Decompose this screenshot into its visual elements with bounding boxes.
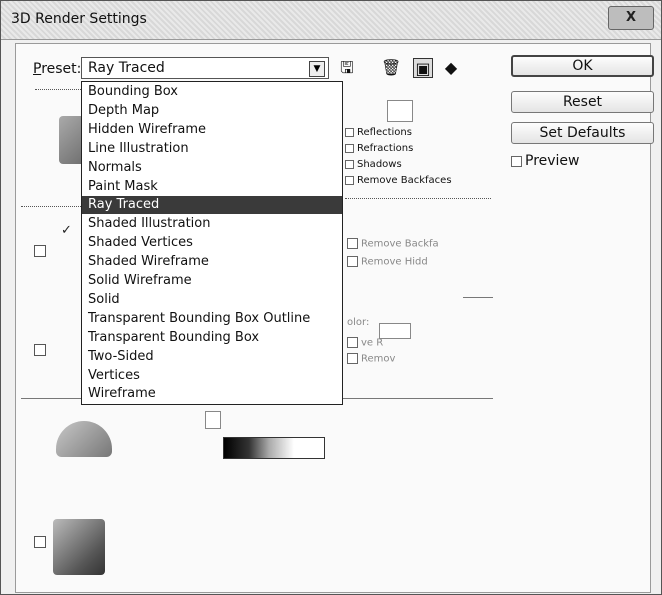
preset-dropdown-list: Bounding Box Depth Map Hidden Wireframe Lin… — [81, 81, 343, 405]
title-bar[interactable]: 3D Render Settings X — [1, 1, 661, 40]
preset-option[interactable]: Line Illustration — [82, 140, 342, 158]
shadows-label: Shadows — [357, 159, 402, 170]
vertex-remove-option[interactable]: Remov — [347, 353, 395, 365]
section-divider — [345, 198, 491, 199]
preview-label: Preview — [525, 153, 580, 169]
window-title: 3D Render Settings — [11, 11, 147, 27]
set-defaults-button[interactable]: Set Defaults — [511, 122, 654, 144]
edge-remove-backface-option[interactable]: Remove Backfa — [347, 238, 439, 250]
preset-option[interactable]: Solid Wireframe — [82, 272, 342, 290]
preset-option[interactable]: Transparent Bounding Box — [82, 329, 342, 347]
vertex-color-swatch[interactable] — [379, 323, 411, 339]
vertex-option[interactable]: ve R — [347, 337, 383, 349]
reset-button[interactable]: Reset — [511, 91, 654, 113]
preset-option[interactable]: Hidden Wireframe — [82, 121, 342, 139]
reflections-label: Reflections — [357, 127, 412, 138]
remove-backfaces-option[interactable]: Remove Backfaces — [345, 175, 452, 186]
vertex-remove-label: Remov — [361, 353, 396, 365]
checkbox-checked-icon[interactable] — [345, 127, 354, 137]
section-divider — [21, 206, 81, 207]
preset-option[interactable]: Solid — [82, 291, 342, 309]
refractions-option[interactable]: Refractions — [345, 143, 413, 154]
preset-option[interactable]: Depth Map — [82, 102, 342, 120]
refractions-label: Refractions — [357, 143, 414, 154]
section-divider — [21, 398, 81, 399]
preset-select[interactable]: Ray Traced ▼ — [81, 57, 329, 79]
checkbox-checked-icon[interactable] — [345, 143, 354, 153]
checkbox-checked-icon[interactable] — [345, 159, 354, 169]
preset-value: Ray Traced — [88, 60, 165, 76]
preset-option[interactable]: Shaded Vertices — [82, 234, 342, 252]
vertex-option-label: ve R — [361, 337, 384, 349]
vertex-color-label: olor: — [347, 317, 370, 328]
checkbox-icon[interactable] — [345, 175, 354, 185]
transfer-gradient[interactable] — [223, 437, 325, 459]
face-color-swatch[interactable] — [387, 100, 413, 122]
preset-label: Preset: — [33, 61, 81, 77]
render-settings-dialog: 3D Render Settings X Preset: Ray Traced … — [0, 0, 662, 595]
preset-option[interactable]: Shaded Wireframe — [82, 253, 342, 271]
delete-icon[interactable]: 🗑 — [381, 58, 401, 78]
edges-checkbox[interactable] — [34, 245, 46, 257]
close-button[interactable]: X — [608, 6, 654, 30]
edge-remove-hidden-option[interactable]: Remove Hidd — [347, 256, 428, 268]
preview-checkbox-box[interactable] — [511, 155, 522, 167]
checkbox-icon[interactable] — [347, 256, 358, 267]
checkbox-icon[interactable] — [347, 353, 358, 364]
checkbox-icon[interactable] — [347, 238, 358, 249]
shadows-option[interactable]: Shadows — [345, 159, 402, 170]
volume-value-box[interactable] — [205, 411, 221, 429]
cube-sides-icon[interactable]: ◆ — [441, 58, 461, 78]
check-mark-icon: ✓ — [61, 223, 72, 238]
save-icon[interactable]: 🖫 — [337, 58, 357, 78]
preview-checkbox[interactable]: Preview — [511, 153, 580, 169]
section-divider — [343, 398, 493, 399]
section-divider — [463, 297, 493, 298]
volume-checkbox[interactable] — [34, 536, 46, 548]
preset-option[interactable]: Shaded Illustration — [82, 215, 342, 233]
remove-backfaces-label: Remove Backfaces — [357, 175, 452, 186]
preset-option[interactable]: Paint Mask — [82, 178, 342, 196]
section-divider — [35, 89, 81, 90]
preset-option[interactable]: Vertices — [82, 367, 342, 385]
volume-cube-icon — [53, 519, 105, 575]
preset-label-mnemonic: P — [33, 61, 42, 77]
preset-option[interactable]: Ray Traced — [82, 196, 342, 215]
reflections-option[interactable]: Reflections — [345, 127, 412, 138]
preset-option[interactable]: Normals — [82, 159, 342, 177]
checkbox-icon[interactable] — [347, 337, 358, 348]
preset-option[interactable]: Transparent Bounding Box Outline — [82, 310, 342, 328]
vertices-checkbox[interactable] — [34, 344, 46, 356]
edge-remove-hidden-label: Remove Hidd — [361, 256, 428, 268]
preset-option[interactable]: Bounding Box — [82, 83, 342, 101]
preset-option[interactable]: Wireframe — [82, 385, 342, 403]
preset-label-rest: reset: — [41, 61, 82, 77]
edge-remove-backface-label: Remove Backfa — [361, 238, 439, 250]
preset-option[interactable]: Two-Sided — [82, 348, 342, 366]
ok-button[interactable]: OK — [511, 55, 654, 77]
render-settings-icon[interactable]: ▣ — [413, 58, 433, 78]
chevron-down-icon[interactable]: ▼ — [309, 61, 325, 77]
